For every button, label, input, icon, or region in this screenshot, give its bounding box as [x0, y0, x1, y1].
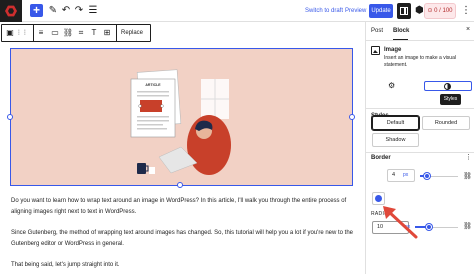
jetpack-icon[interactable]: ⬢ — [415, 4, 424, 18]
switch-to-draft-button[interactable]: Switch to draft — [305, 4, 343, 18]
border-options-icon[interactable]: ⋮ — [465, 153, 472, 161]
resize-handle-bottom[interactable] — [177, 182, 183, 188]
list-view-icon[interactable]: ☰ — [87, 3, 99, 18]
pot-shape — [149, 167, 155, 174]
radius-input[interactable]: 10 — [372, 221, 409, 234]
image-block-icon — [371, 46, 380, 55]
more-tools-icon[interactable]: ⊞ — [101, 25, 113, 41]
article-heading: ARTICLE — [145, 83, 161, 87]
wide-width-icon[interactable]: ▭ — [49, 25, 61, 41]
settings-toggle-button[interactable] — [397, 3, 411, 19]
contrast-icon — [444, 83, 451, 90]
border-heading: Border — [371, 155, 391, 161]
styles-tab-button[interactable] — [424, 81, 472, 91]
border-width-input[interactable]: 4 — [387, 169, 415, 182]
illustration-image: ARTICLE — [130, 69, 231, 175]
gear-icon[interactable]: ⚙ — [388, 81, 395, 91]
border-link-icon[interactable]: ⛓ — [463, 173, 472, 181]
settings-sidebar: Post Block × Image Insert an image to ma… — [365, 22, 474, 274]
radius-slider-thumb[interactable] — [426, 224, 432, 230]
style-shadow-button[interactable]: Shadow — [372, 133, 419, 147]
update-button[interactable]: Update — [369, 4, 393, 18]
preview-button[interactable]: Preview — [345, 4, 366, 18]
options-menu-icon[interactable]: ⋮ — [461, 3, 471, 18]
radius-link-icon[interactable]: ⛓ — [463, 223, 472, 231]
resize-handle-left[interactable] — [7, 114, 13, 120]
undo-icon[interactable]: ↶ — [60, 3, 72, 18]
editor-canvas: ▣ ⋮⋮ ≡ ▭ ⛓ ⌗ T ⊞ Replace ARTICLE Do you … — [0, 22, 365, 274]
redo-icon[interactable]: ↷ — [73, 3, 85, 18]
add-block-button[interactable]: + — [30, 4, 43, 17]
edit-mode-icon[interactable]: ✎ — [47, 3, 59, 18]
editor-top-bar: + ✎ ↶ ↷ ☰ Switch to draft Preview Update… — [0, 0, 474, 22]
radius-value: 10 — [377, 224, 384, 230]
site-logo-icon[interactable] — [0, 0, 22, 22]
close-icon[interactable]: × — [466, 26, 470, 33]
crop-icon[interactable]: ⌗ — [75, 25, 87, 41]
resize-handle-right[interactable] — [349, 114, 355, 120]
block-description: Insert an image to make a visual stateme… — [384, 55, 456, 68]
article-image-shape — [140, 100, 162, 112]
paragraph-2[interactable]: Since Gutenberg, the method of wrapping … — [11, 228, 356, 250]
seo-score-value: 0 / 100 — [434, 8, 453, 14]
image-block[interactable]: ARTICLE — [7, 48, 355, 188]
paragraph-3[interactable]: That being said, let's jump straight int… — [11, 260, 356, 271]
text-overlay-icon[interactable]: T — [88, 25, 100, 41]
radius-label: RADIUS — [371, 211, 392, 217]
align-icon[interactable]: ≡ — [35, 25, 47, 41]
replace-button[interactable]: Replace — [121, 25, 143, 41]
border-width-slider-thumb[interactable] — [424, 173, 430, 179]
style-default-button[interactable]: Default — [371, 115, 420, 131]
image-block-type-icon[interactable]: ▣ — [4, 25, 16, 41]
drag-handle-icon[interactable]: ⋮⋮ — [16, 25, 28, 41]
seo-score-button[interactable]: ⊙ 0 / 100 — [424, 3, 456, 19]
radius-unit-label[interactable]: px — [405, 224, 410, 230]
link-icon[interactable]: ⛓ — [62, 25, 74, 41]
style-rounded-button[interactable]: Rounded — [422, 116, 470, 130]
styles-tooltip: Styles — [440, 94, 461, 105]
block-toolbar: ▣ ⋮⋮ ≡ ▭ ⛓ ⌗ T ⊞ Replace — [1, 24, 151, 42]
border-width-value: 4 — [392, 172, 396, 178]
tab-post[interactable]: Post — [371, 27, 383, 36]
paragraph-1[interactable]: Do you want to learn how to wrap text ar… — [11, 196, 356, 218]
border-unit-label[interactable]: px — [403, 172, 408, 178]
tab-block[interactable]: Block — [393, 27, 409, 36]
border-color-swatch[interactable] — [372, 192, 385, 205]
block-title: Image — [384, 47, 402, 53]
